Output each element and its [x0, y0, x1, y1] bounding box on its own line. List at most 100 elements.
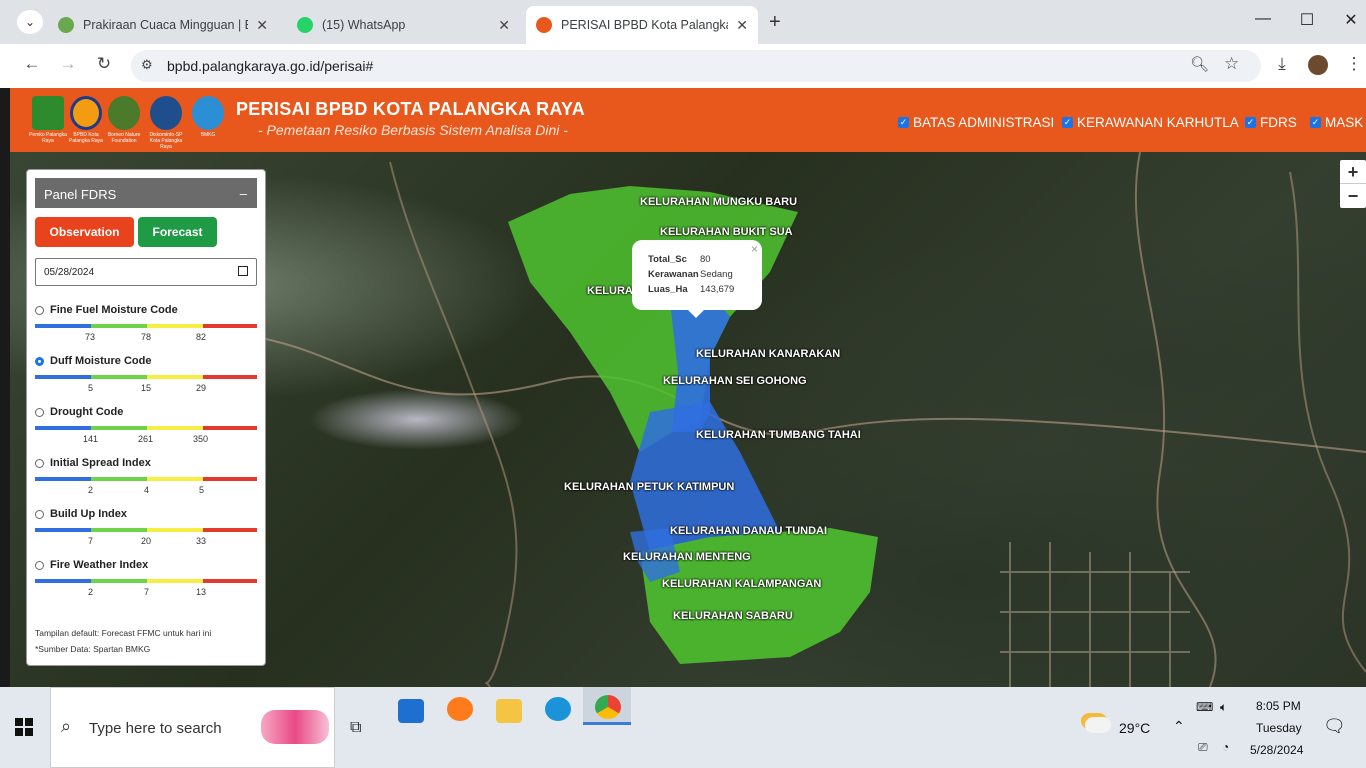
- address-bar[interactable]: ⚙ bpbd.palangkaraya.go.id/perisai# 🔍︎ ☆: [131, 50, 1261, 82]
- weather-temp[interactable]: 29°C: [1119, 720, 1150, 736]
- close-window-icon[interactable]: ✕: [1339, 10, 1363, 30]
- clock-date[interactable]: 5/28/2024: [1250, 743, 1303, 757]
- menu-kebab-icon[interactable]: ⋮: [1342, 54, 1366, 74]
- calendar-icon[interactable]: [238, 266, 248, 276]
- river-line: [1134, 152, 1217, 687]
- popup-close-icon[interactable]: ×: [751, 242, 758, 256]
- keyboard-icon[interactable]: ⌨: [1196, 700, 1213, 714]
- popup-row: Luas_Ha 143,679: [648, 284, 735, 295]
- layer-toggle-batas[interactable]: ✓ BATAS ADMINISTRASI: [898, 115, 1054, 130]
- observation-button[interactable]: Observation: [35, 217, 134, 247]
- wifi-icon[interactable]: ◔: [1222, 740, 1229, 754]
- new-tab-button[interactable]: +: [769, 11, 781, 34]
- mail-icon[interactable]: [398, 699, 424, 723]
- tab-perisai[interactable]: PERISAI BPBD Kota Palangka Ra ✕: [526, 6, 758, 44]
- tab-search-icon[interactable]: ⌄: [17, 10, 43, 34]
- radio-button[interactable]: [35, 407, 44, 417]
- index-fine-fuel-moisture-code[interactable]: Fine Fuel Moisture Code 73 78 82: [35, 304, 257, 342]
- popup-row: Total_Sc 80: [648, 254, 711, 265]
- download-icon[interactable]: ⤓: [1270, 54, 1294, 74]
- forecast-button[interactable]: Forecast: [138, 217, 217, 247]
- clock-day[interactable]: Tuesday: [1256, 721, 1302, 735]
- windows-taskbar: ⌕ Type here to search ⧉ 29°C ⌃ ⌨ 🔈︎ ⎚ ◔ …: [0, 687, 1366, 768]
- index-build-up-index[interactable]: Build Up Index 7 20 33: [35, 508, 257, 546]
- tick-label: 2: [88, 587, 94, 597]
- task-view-icon[interactable]: ⧉: [350, 719, 361, 737]
- radio-button[interactable]: [35, 509, 44, 519]
- layer-toggle-mask[interactable]: ✓ MASK: [1310, 115, 1363, 130]
- maximize-window-icon[interactable]: ☐: [1295, 10, 1319, 30]
- bpbd-logo: [70, 96, 102, 130]
- bookmark-star-icon[interactable]: ☆: [1224, 54, 1239, 74]
- tick-label: 73: [85, 332, 96, 342]
- river-line: [389, 161, 518, 687]
- index-initial-spread-index[interactable]: Initial Spread Index 245: [35, 457, 257, 495]
- search-highlight-icon: [261, 710, 329, 744]
- tick-label: 29: [196, 383, 207, 393]
- close-tab-icon[interactable]: ✕: [256, 17, 268, 34]
- close-tab-icon[interactable]: ✕: [736, 17, 748, 34]
- zoom-lens-icon[interactable]: 🔍︎: [1190, 55, 1209, 73]
- tick-label: 78: [141, 332, 152, 342]
- map-label: KELURAHAN PETUK KATIMPUN: [564, 481, 735, 493]
- zoom-control: + −: [1340, 160, 1366, 208]
- monitor-icon[interactable]: ⎚: [1198, 740, 1208, 755]
- panel-note-default: Tampilan default: Forecast FFMC untuk ha…: [35, 628, 212, 638]
- checkbox-checked-icon[interactable]: ✓: [1310, 117, 1321, 128]
- fdrs-panel: Panel FDRS – Observation Forecast 05/28/…: [26, 169, 266, 666]
- layer-toggle-fdrs[interactable]: ✓ FDRS: [1245, 115, 1297, 130]
- tick-label: 20: [141, 536, 152, 546]
- logo-caption: Borneo Nature Foundation: [107, 132, 141, 144]
- index-fire-weather-index[interactable]: Fire Weather Index 2 7 13: [35, 559, 257, 597]
- url-text: bpbd.palangkaraya.go.id/perisai#: [167, 58, 374, 74]
- chevron-up-icon[interactable]: ⌃: [1173, 718, 1185, 735]
- clock-time[interactable]: 8:05 PM: [1256, 699, 1301, 713]
- bmkg-logo: [192, 96, 224, 130]
- date-input[interactable]: 05/28/2024: [35, 258, 257, 286]
- file-explorer-icon[interactable]: [496, 699, 522, 723]
- map-label: KELURAHAN BUKIT SUA: [660, 226, 793, 238]
- volume-icon[interactable]: 🔈︎: [1220, 700, 1227, 715]
- map-label: KELURAHAN MUNGKU BARU: [640, 196, 798, 208]
- checkbox-checked-icon[interactable]: ✓: [898, 117, 909, 128]
- tab-whatsapp[interactable]: (15) WhatsApp ✕: [287, 6, 520, 44]
- checkbox-checked-icon[interactable]: ✓: [1062, 117, 1073, 128]
- panel-minimize-button[interactable]: –: [240, 186, 247, 201]
- tab-prakiraan[interactable]: Prakiraan Cuaca Mingguan | BM ✕: [48, 6, 278, 44]
- minimize-window-icon[interactable]: —: [1251, 10, 1275, 28]
- river-line: [1289, 171, 1366, 673]
- app-subtitle: - Pemetaan Resiko Berbasis Sistem Analis…: [258, 122, 568, 138]
- weather-cloud-icon[interactable]: [1085, 717, 1111, 733]
- close-tab-icon[interactable]: ✕: [498, 17, 510, 34]
- notification-icon[interactable]: 🗨︎: [1323, 716, 1346, 737]
- windows-start-icon[interactable]: [15, 718, 33, 736]
- logo-caption: Diskominfo-SP Kota Palangka Raya: [149, 132, 183, 150]
- firefox-icon[interactable]: [447, 697, 473, 721]
- index-drought-code[interactable]: Drought Code 141 261 350: [35, 406, 257, 444]
- browser-tab-bar: ⌄ Prakiraan Cuaca Mingguan | BM ✕ (15) W…: [0, 0, 1366, 44]
- zoom-in-button[interactable]: +: [1340, 160, 1366, 184]
- layer-toggle-kerawanan[interactable]: ✓ KERAWANAN KARHUTLA: [1062, 115, 1239, 130]
- radio-button[interactable]: [35, 458, 44, 468]
- radio-button[interactable]: [35, 305, 44, 315]
- forward-arrow-icon[interactable]: →: [56, 54, 80, 74]
- checkbox-checked-icon[interactable]: ✓: [1245, 117, 1256, 128]
- profile-avatar[interactable]: [1308, 55, 1328, 75]
- chrome-icon[interactable]: [595, 695, 621, 719]
- app-title: PERISAI BPBD KOTA PALANGKA RAYA: [236, 99, 586, 119]
- index-duff-moisture-code[interactable]: Duff Moisture Code 5 15 29: [35, 355, 257, 393]
- panel-title: Panel FDRS: [44, 187, 117, 202]
- back-arrow-icon[interactable]: ←: [20, 54, 44, 74]
- site-settings-icon[interactable]: ⚙: [141, 57, 153, 73]
- radio-button[interactable]: [35, 560, 44, 570]
- popup-tip: [688, 310, 704, 318]
- taskbar-search[interactable]: ⌕ Type here to search: [50, 687, 335, 768]
- zoom-out-button[interactable]: −: [1340, 184, 1366, 208]
- tick-label: 350: [193, 434, 209, 444]
- panel-header: Panel FDRS –: [35, 178, 257, 208]
- tick-label: 261: [138, 434, 154, 444]
- bmkg-favicon-icon: [58, 17, 74, 33]
- radio-button-selected[interactable]: [35, 356, 44, 366]
- reload-icon[interactable]: ↻: [92, 54, 116, 74]
- edge-icon[interactable]: [545, 697, 571, 721]
